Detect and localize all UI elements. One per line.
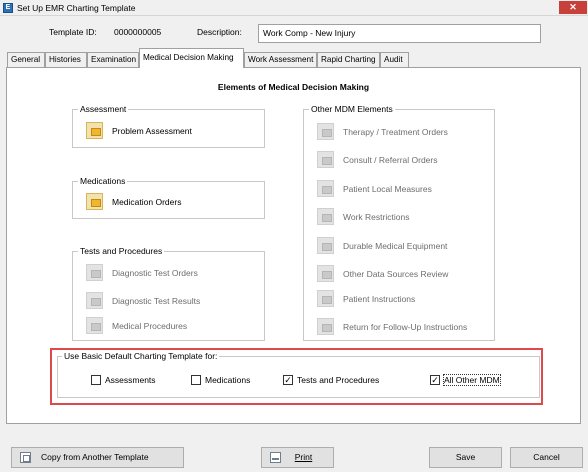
tab-work-assessment[interactable]: Work Assessment — [244, 52, 317, 67]
durable-medical-equipment-item: Durable Medical Equipment — [317, 237, 487, 255]
other-mdm-group-label: Other MDM Elements — [309, 104, 395, 114]
tests-procedures-checkbox-box[interactable]: ✓ — [283, 375, 293, 385]
description-label: Description: — [197, 27, 242, 37]
return-follow-up-instructions-label: Return for Follow-Up Instructions — [343, 322, 468, 332]
folder-icon — [317, 151, 334, 168]
diagnostic-test-orders-label: Diagnostic Test Orders — [112, 268, 198, 278]
other-data-sources-review-item: Other Data Sources Review — [317, 265, 487, 283]
folder-icon — [317, 208, 334, 225]
tests-procedures-group: Tests and Procedures Diagnostic Test Ord… — [72, 246, 265, 341]
folder-icon — [86, 193, 103, 210]
copy-icon — [20, 452, 31, 463]
folder-icon — [86, 264, 103, 281]
medications-checkbox[interactable]: Medications — [191, 375, 271, 387]
problem-assessment-label: Problem Assessment — [112, 126, 192, 136]
medication-orders-item[interactable]: Medication Orders — [86, 193, 256, 211]
all-other-mdm-checkbox-label: All Other MDM — [443, 374, 501, 386]
template-id-label: Template ID: — [49, 27, 97, 37]
folder-icon — [317, 265, 334, 282]
return-follow-up-instructions-item: Return for Follow-Up Instructions — [317, 318, 487, 336]
tab-medical-decision-making[interactable]: Medical Decision Making — [139, 48, 244, 68]
therapy-treatment-orders-label: Therapy / Treatment Orders — [343, 127, 448, 137]
folder-icon — [317, 180, 334, 197]
folder-icon — [317, 290, 334, 307]
assessments-checkbox[interactable]: Assessments — [91, 375, 171, 387]
app-icon: E — [3, 3, 13, 13]
patient-instructions-item: Patient Instructions — [317, 290, 487, 308]
medications-checkbox-label: Medications — [205, 375, 251, 385]
medications-group: Medications Medication Orders — [72, 176, 265, 219]
print-icon — [270, 452, 281, 463]
tests-procedures-group-label: Tests and Procedures — [78, 246, 165, 256]
tab-histories[interactable]: Histories — [45, 52, 87, 67]
all-other-mdm-checkbox-box[interactable]: ✓ — [430, 375, 440, 385]
tests-procedures-checkbox-label: Tests and Procedures — [297, 375, 380, 385]
tab-audit[interactable]: Audit — [380, 52, 409, 67]
diagnostic-test-orders-item: Diagnostic Test Orders — [86, 264, 256, 282]
assessments-checkbox-label: Assessments — [105, 375, 156, 385]
close-button[interactable]: ✕ — [559, 1, 587, 14]
print-label: Print — [294, 452, 313, 462]
medication-orders-label: Medication Orders — [112, 197, 182, 207]
problem-assessment-item[interactable]: Problem Assessment — [86, 122, 256, 140]
folder-icon — [317, 123, 334, 140]
assessments-checkbox-box[interactable] — [91, 375, 101, 385]
work-restrictions-item: Work Restrictions — [317, 208, 487, 226]
tab-examination[interactable]: Examination — [87, 52, 139, 67]
window-title: Set Up EMR Charting Template — [17, 3, 136, 13]
other-data-sources-review-label: Other Data Sources Review — [343, 269, 449, 279]
mdm-panel: Elements of Medical Decision Making Asse… — [6, 67, 581, 424]
folder-icon — [317, 318, 334, 335]
copy-from-template-button[interactable]: Copy from Another Template — [11, 447, 184, 468]
consult-referral-orders-item: Consult / Referral Orders — [317, 151, 487, 169]
basic-default-label: Use Basic Default Charting Template for: — [62, 351, 220, 361]
basic-default-highlight: Use Basic Default Charting Template for:… — [50, 348, 543, 405]
copy-from-template-label: Copy from Another Template — [41, 452, 149, 462]
medical-procedures-item: Medical Procedures — [86, 317, 256, 335]
tab-rapid-charting[interactable]: Rapid Charting — [317, 52, 380, 67]
patient-local-measures-label: Patient Local Measures — [343, 184, 432, 194]
work-restrictions-label: Work Restrictions — [343, 212, 410, 222]
title-bar: E Set Up EMR Charting Template ✕ — [0, 0, 588, 16]
print-button[interactable]: Print — [261, 447, 334, 468]
durable-medical-equipment-label: Durable Medical Equipment — [343, 241, 448, 251]
save-button[interactable]: Save — [429, 447, 502, 468]
tab-general[interactable]: General — [7, 52, 45, 67]
consult-referral-orders-label: Consult / Referral Orders — [343, 155, 438, 165]
medical-procedures-label: Medical Procedures — [112, 321, 188, 331]
folder-icon — [86, 122, 103, 139]
panel-heading: Elements of Medical Decision Making — [217, 82, 370, 92]
template-id-value: 0000000005 — [114, 27, 162, 37]
description-field[interactable]: Work Comp - New Injury — [258, 24, 541, 43]
cancel-button[interactable]: Cancel — [510, 447, 583, 468]
medications-group-label: Medications — [78, 176, 128, 186]
tests-procedures-checkbox[interactable]: ✓ Tests and Procedures — [283, 375, 403, 387]
diagnostic-test-results-label: Diagnostic Test Results — [112, 296, 201, 306]
patient-instructions-label: Patient Instructions — [343, 294, 416, 304]
patient-local-measures-item: Patient Local Measures — [317, 180, 487, 198]
all-other-mdm-checkbox[interactable]: ✓ All Other MDM — [430, 374, 530, 387]
folder-icon — [317, 237, 334, 254]
folder-icon — [86, 292, 103, 309]
therapy-treatment-orders-item: Therapy / Treatment Orders — [317, 123, 487, 141]
medications-checkbox-box[interactable] — [191, 375, 201, 385]
diagnostic-test-results-item: Diagnostic Test Results — [86, 292, 256, 310]
assessment-group: Assessment Problem Assessment — [72, 104, 265, 148]
basic-default-group: Use Basic Default Charting Template for:… — [57, 351, 540, 398]
folder-icon — [86, 317, 103, 334]
other-mdm-group: Other MDM Elements Therapy / Treatment O… — [303, 104, 495, 341]
assessment-group-label: Assessment — [78, 104, 129, 114]
